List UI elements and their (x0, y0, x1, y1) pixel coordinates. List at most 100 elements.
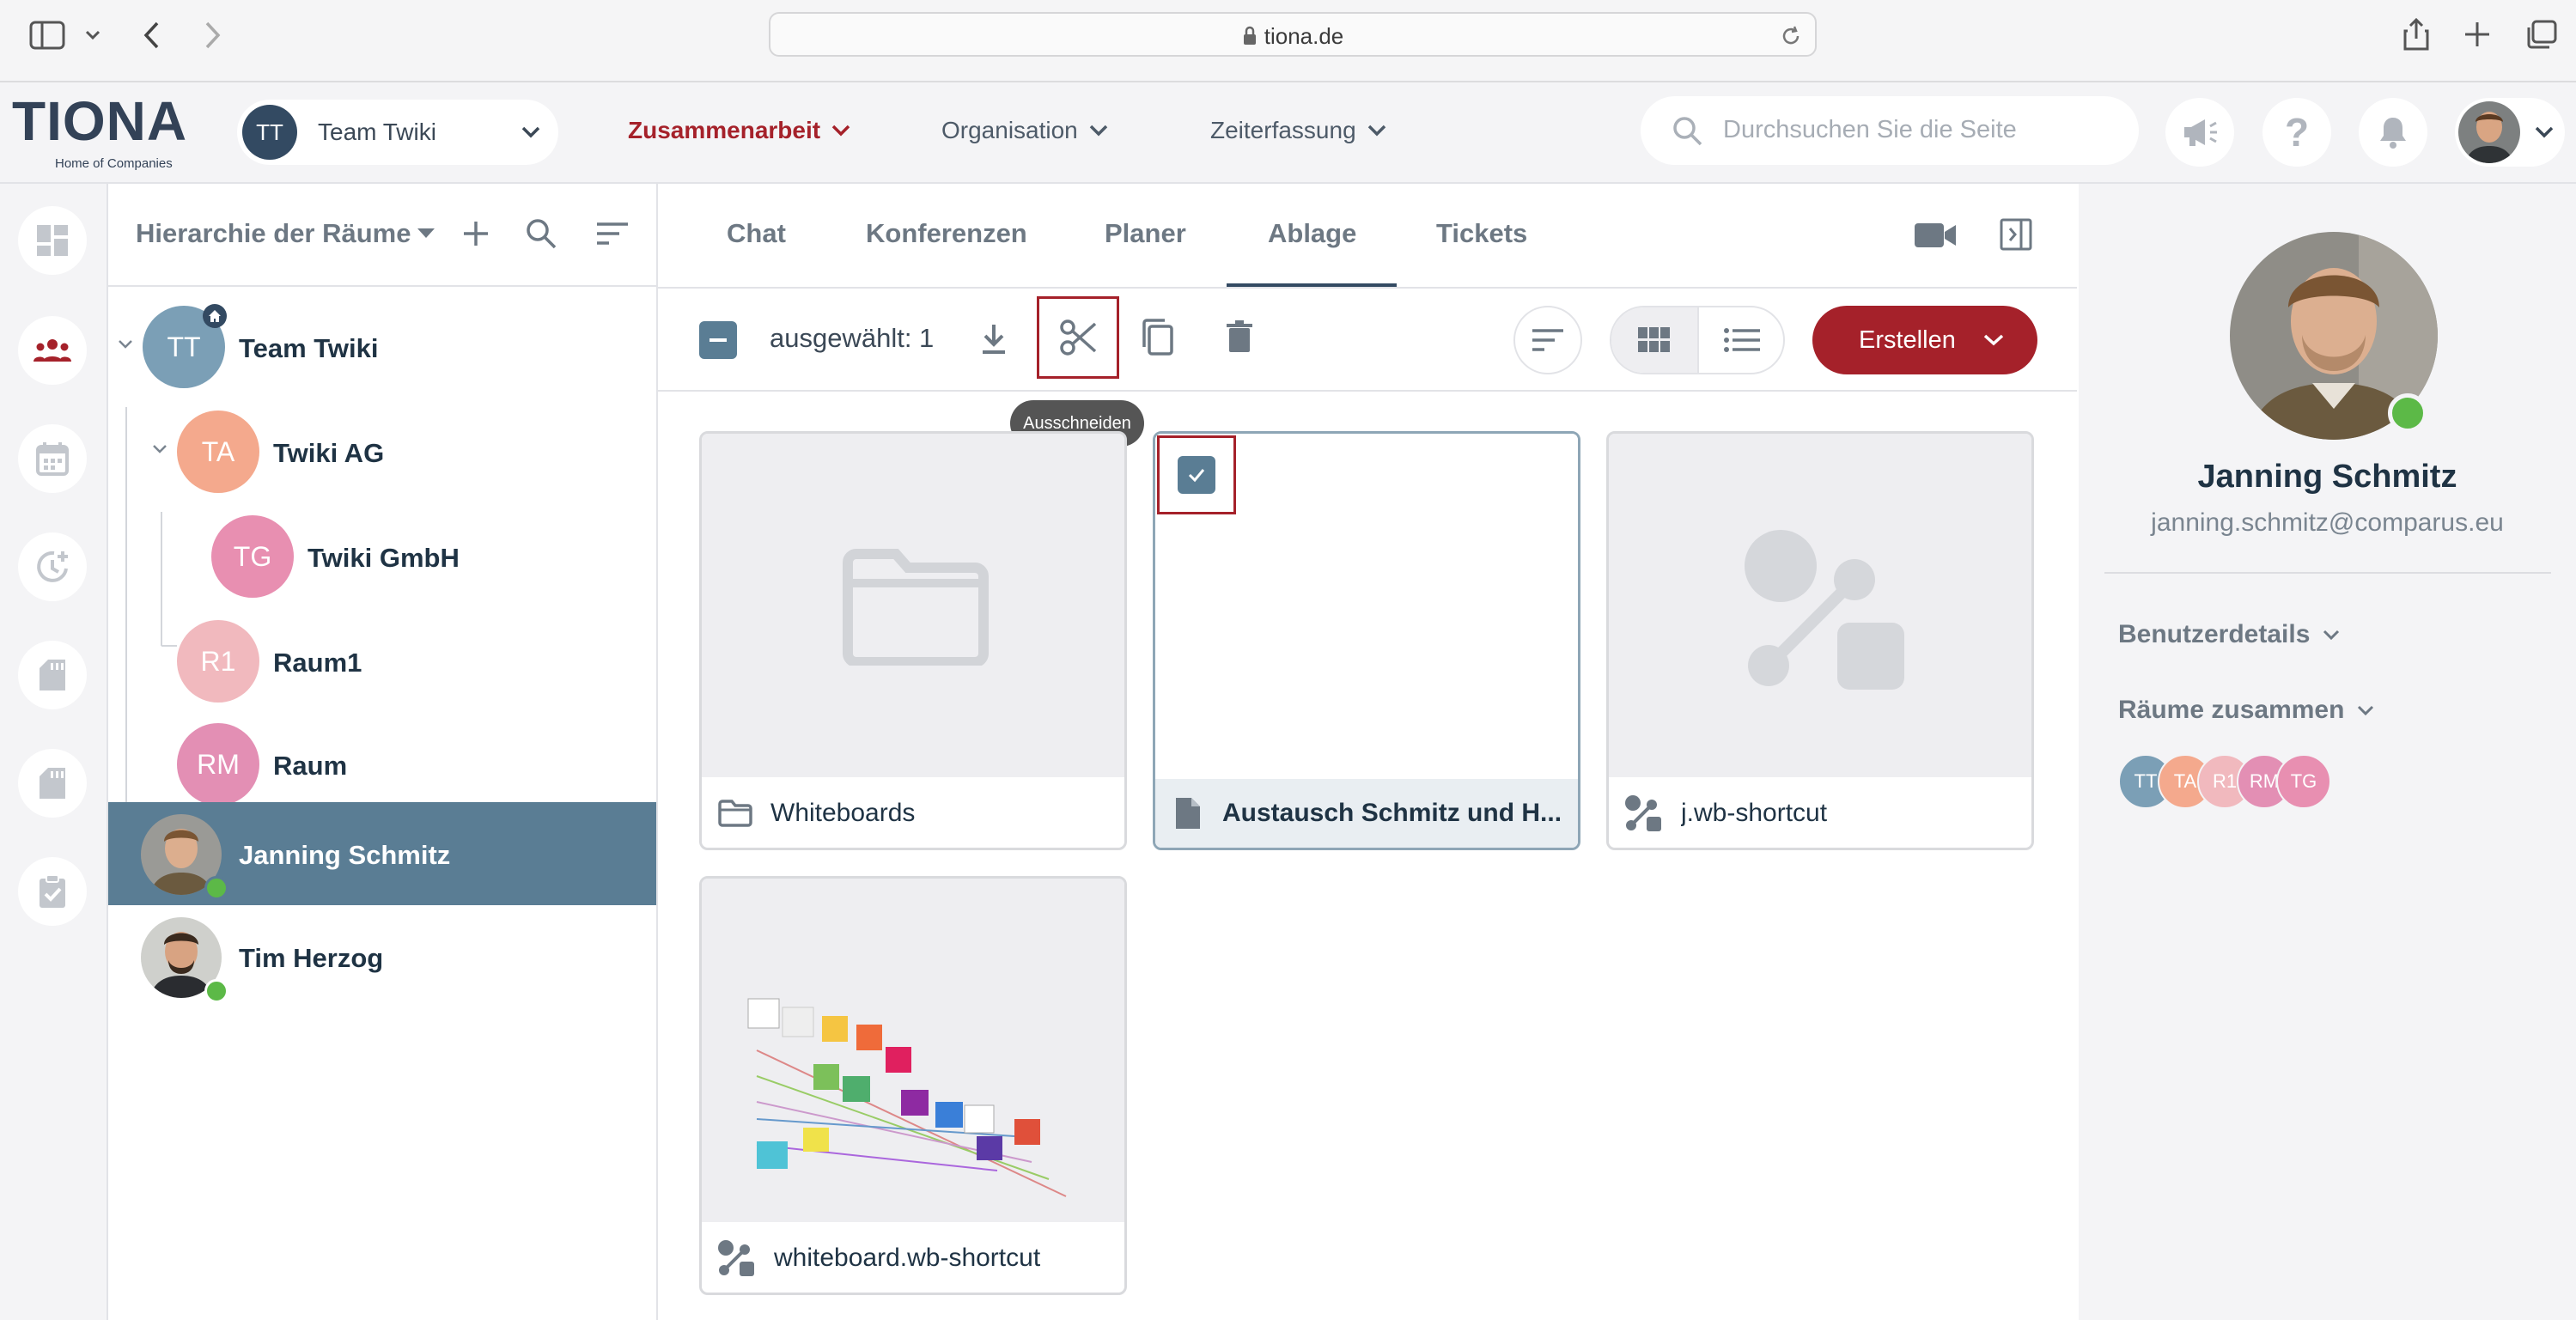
rail-tasks[interactable] (18, 857, 87, 926)
tree-item-raum1[interactable]: R1 Raum1 (108, 605, 656, 708)
scissors-icon (1059, 319, 1097, 356)
share-icon[interactable] (2401, 17, 2432, 52)
tab-ablage[interactable]: Ablage (1268, 218, 1356, 249)
clock-add-icon (35, 550, 70, 584)
announcements-button[interactable] (2165, 98, 2234, 167)
forward-icon[interactable] (203, 21, 222, 50)
shared-rooms-section[interactable]: Räume zusammen (2118, 696, 2375, 725)
create-label: Erstellen (1859, 326, 1956, 354)
back-icon[interactable] (143, 21, 161, 50)
user-menu[interactable] (2455, 98, 2565, 167)
chevron-down-icon (1982, 333, 2005, 347)
new-tab-icon[interactable] (2462, 19, 2493, 50)
rail-time-tracking[interactable] (18, 532, 87, 601)
file-card-austausch[interactable]: Austausch Schmitz und H... (1153, 431, 1580, 850)
room-avatar: R1 (177, 620, 259, 703)
tree-user-janning-schmitz[interactable]: Janning Schmitz (108, 802, 656, 905)
rail-calendar[interactable] (18, 424, 87, 493)
search-icon (1672, 115, 1704, 148)
section-label: Benutzerdetails (2118, 620, 2311, 648)
tree-item-label: Janning Schmitz (239, 840, 451, 870)
panel-toggle-icon[interactable] (2000, 218, 2032, 251)
folder-icon (717, 799, 753, 828)
file-card-whiteboards[interactable]: Whiteboards (699, 431, 1127, 850)
search-box[interactable]: Durchsuchen Sie die Seite (1641, 96, 2139, 165)
address-bar[interactable]: tiona.de (769, 12, 1817, 57)
rail-dashboard[interactable] (18, 206, 87, 275)
bell-icon (2378, 115, 2408, 149)
tab-chat[interactable]: Chat (727, 218, 786, 249)
tab-planer[interactable]: Planer (1105, 218, 1186, 249)
chevron-down-icon[interactable] (117, 338, 134, 350)
video-call-icon[interactable] (1914, 222, 1957, 249)
chevron-down-icon (1088, 124, 1109, 137)
rail-files[interactable] (18, 641, 87, 709)
profile-email[interactable]: janning.schmitz@comparus.eu (2079, 508, 2576, 538)
create-button[interactable]: Erstellen (1812, 306, 2037, 374)
user-details-section[interactable]: Benutzerdetails (2118, 620, 2341, 649)
tiona-logo[interactable]: TIONA Home of Companies (12, 89, 187, 171)
hierarchy-title[interactable]: Hierarchie der Räume (136, 218, 411, 249)
nav-zeiterfassung[interactable]: Zeiterfassung (1210, 117, 1387, 144)
shared-room-avatar[interactable]: TG (2276, 754, 2331, 809)
nav-label: Zusammenarbeit (628, 117, 821, 143)
list-view-button[interactable] (1699, 307, 1783, 373)
help-button[interactable]: ? (2262, 98, 2331, 167)
room-avatar: TA (177, 411, 259, 493)
add-icon[interactable] (462, 220, 490, 247)
sidebar-toggle-icon[interactable] (29, 21, 65, 50)
notifications-button[interactable] (2359, 98, 2427, 167)
tree-item-raum[interactable]: RM Raum (108, 708, 656, 811)
tab-tickets[interactable]: Tickets (1436, 218, 1527, 249)
file-name: j.wb-shortcut (1681, 799, 1828, 827)
file-checkbox[interactable] (1178, 456, 1215, 494)
chevron-down-icon[interactable] (151, 443, 168, 455)
rail-storage[interactable] (18, 749, 87, 818)
grid-icon (1638, 327, 1671, 353)
file-card-whiteboard-wb-shortcut[interactable]: whiteboard.wb-shortcut (699, 876, 1127, 1295)
url-text: tiona.de (1264, 23, 1344, 49)
grid-view-button[interactable] (1611, 307, 1697, 373)
shortcut-icon (1743, 528, 1906, 691)
app-header: TIONA Home of Companies TT Team Twiki Zu… (0, 82, 2576, 184)
download-icon[interactable] (979, 323, 1008, 356)
tree-item-label: Tim Herzog (239, 943, 384, 973)
rail-collaboration[interactable] (18, 316, 87, 385)
search-icon[interactable] (526, 218, 557, 249)
chevron-down-icon (2534, 125, 2555, 139)
sd-card-icon (38, 658, 67, 692)
chevron-down-icon (2356, 704, 2375, 716)
sort-icon[interactable] (596, 222, 629, 246)
delete-icon[interactable] (1225, 319, 1254, 354)
tabs-overview-icon[interactable] (2525, 19, 2558, 50)
document-icon (1174, 796, 1202, 830)
calendar-icon (36, 441, 69, 476)
cut-button[interactable] (1037, 296, 1119, 379)
view-toggle (1610, 306, 1785, 374)
file-checkbox-highlight[interactable] (1157, 435, 1236, 514)
copy-icon[interactable] (1139, 318, 1175, 357)
tree-user-tim-herzog[interactable]: Tim Herzog (108, 905, 656, 1008)
chevron-down-icon[interactable] (84, 29, 101, 41)
tab-konferenzen[interactable]: Konferenzen (866, 218, 1027, 249)
select-all-checkbox[interactable] (699, 321, 737, 359)
team-selector[interactable]: TT Team Twiki (237, 100, 558, 165)
tree-item-label: Twiki GmbH (308, 543, 460, 573)
logo-subtitle: Home of Companies (55, 156, 173, 171)
sort-button[interactable] (1513, 306, 1582, 374)
tree-item-twiki-ag[interactable]: TA Twiki AG (108, 398, 656, 502)
question-icon: ? (2284, 110, 2310, 155)
caret-down-icon[interactable] (417, 228, 435, 239)
file-card-j-wb-shortcut[interactable]: j.wb-shortcut (1606, 431, 2034, 850)
reload-icon[interactable] (1779, 24, 1803, 48)
list-icon (1724, 328, 1760, 352)
tree-item-team-twiki[interactable]: TT Team Twiki (108, 295, 656, 398)
sd-card-icon (38, 766, 67, 800)
file-footer: Austausch Schmitz und H... (1155, 779, 1578, 848)
chevron-down-icon (521, 125, 541, 139)
nav-zusammenarbeit[interactable]: Zusammenarbeit (628, 117, 851, 144)
shortcut-icon (717, 1239, 755, 1277)
nav-organisation[interactable]: Organisation (941, 117, 1109, 144)
file-toolbar: ausgewählt: 1 Erstellen (658, 289, 2077, 392)
tree-item-twiki-gmbh[interactable]: TG Twiki GmbH (108, 502, 656, 605)
